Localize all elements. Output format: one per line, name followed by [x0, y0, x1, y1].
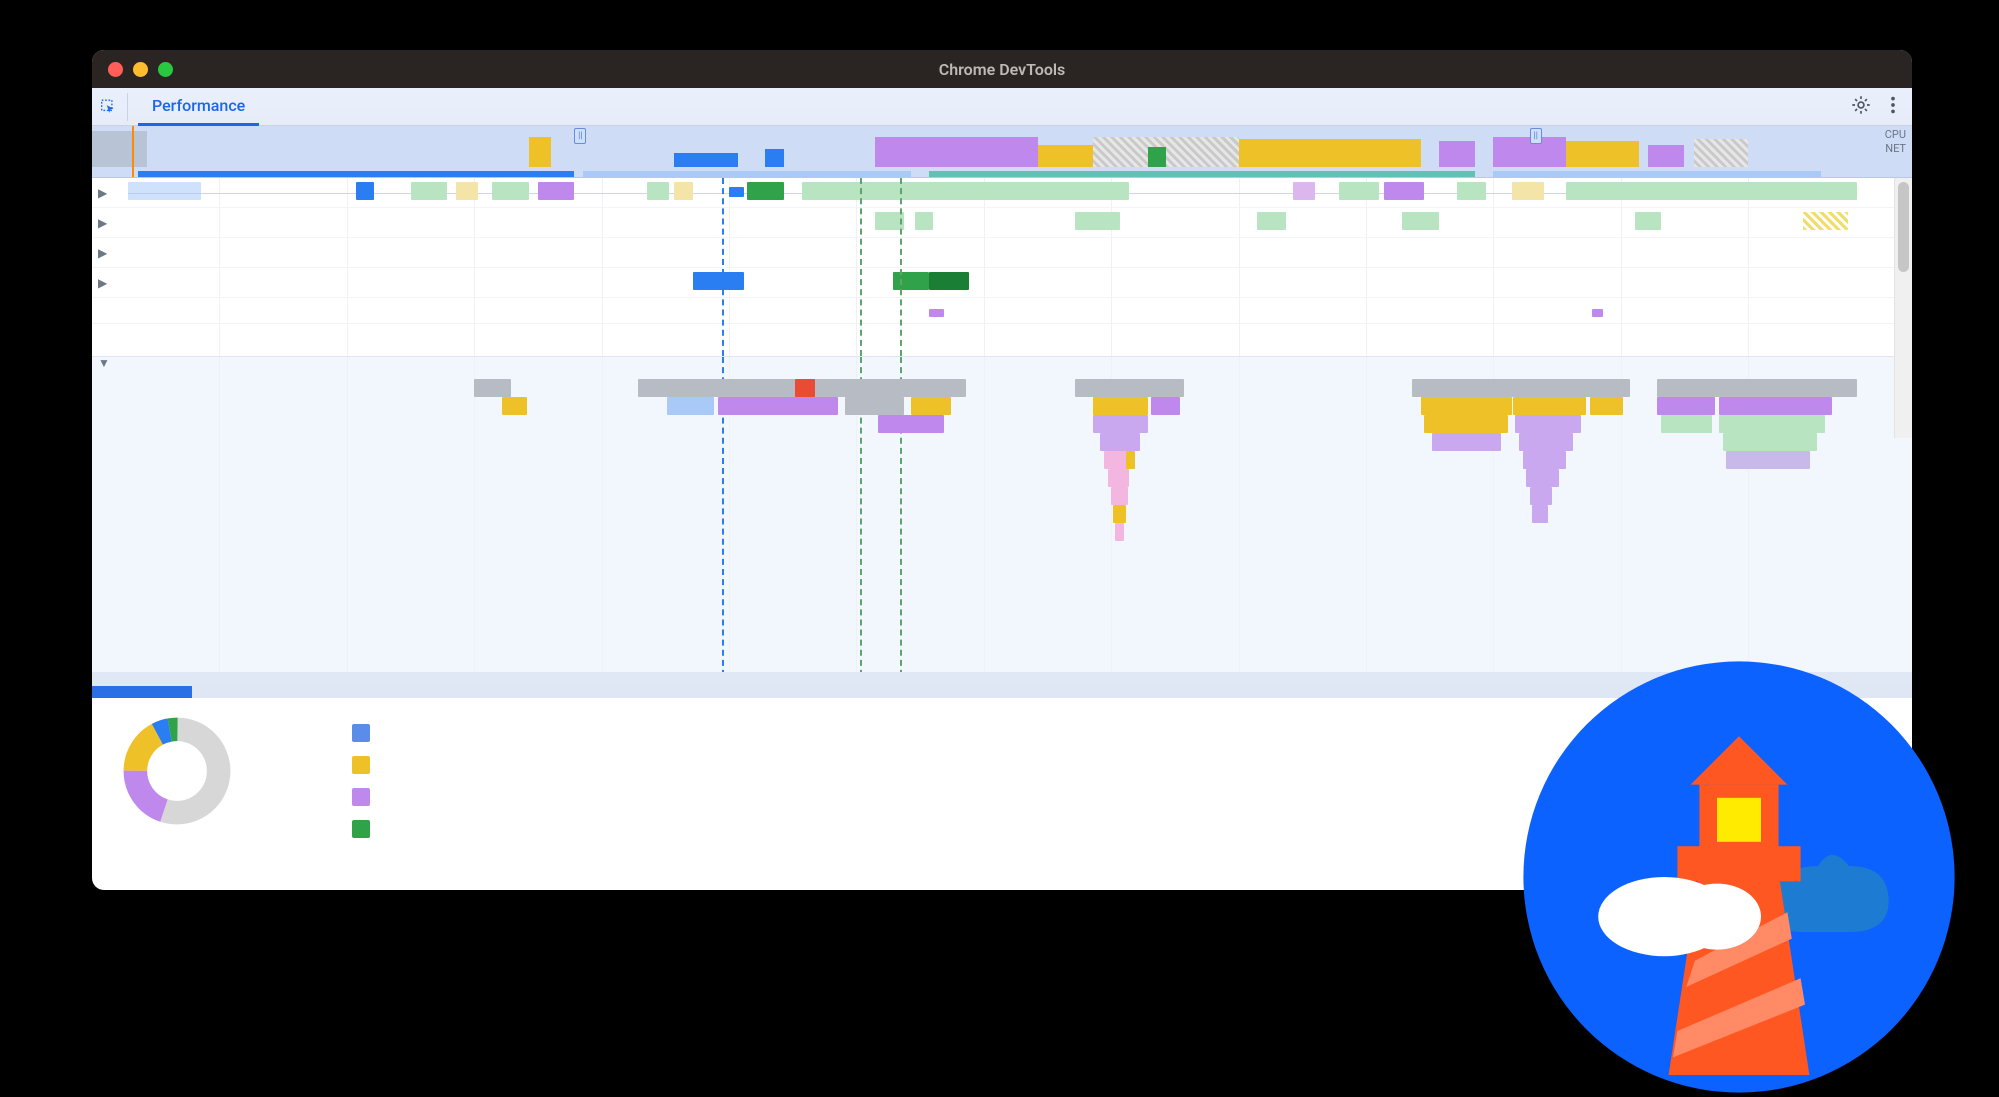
chevron-right-icon[interactable]: ▶: [98, 276, 107, 290]
track-row[interactable]: ▶: [92, 178, 1912, 208]
summary-legend: [352, 724, 370, 838]
gear-icon[interactable]: [1850, 94, 1872, 120]
window-title: Chrome DevTools: [92, 60, 1912, 79]
selection-handle-left[interactable]: ||: [574, 128, 586, 144]
timing-marker: [722, 178, 724, 356]
track-row[interactable]: ▶: [92, 208, 1912, 238]
titlebar: Chrome DevTools: [92, 50, 1912, 88]
panel-toolbar: Performance: [92, 88, 1912, 126]
tracks-area[interactable]: ▶ ▶: [92, 178, 1912, 356]
overview-lane-labels: CPU NET: [1885, 128, 1906, 156]
legend-swatch: [352, 756, 370, 774]
zoom-button[interactable]: [158, 62, 173, 77]
tab-performance[interactable]: Performance: [138, 88, 259, 126]
chevron-right-icon[interactable]: ▶: [98, 216, 107, 230]
timing-marker: [900, 178, 902, 356]
legend-swatch: [352, 788, 370, 806]
legend-swatch: [352, 820, 370, 838]
inspect-element-icon[interactable]: [100, 93, 128, 121]
vertical-scrollbar[interactable]: [1894, 178, 1912, 438]
chevron-down-icon[interactable]: ▼: [98, 356, 110, 370]
close-button[interactable]: [108, 62, 123, 77]
playhead-marker[interactable]: [132, 126, 134, 177]
chevron-right-icon[interactable]: ▶: [98, 246, 107, 260]
timing-marker: [860, 178, 862, 356]
scrollbar-thumb[interactable]: [1898, 182, 1909, 272]
lighthouse-icon: [1519, 657, 1959, 1097]
main-thread-flame-chart[interactable]: ▼: [92, 356, 1912, 686]
cpu-lane-label: CPU: [1885, 128, 1906, 142]
net-lane-label: NET: [1885, 142, 1906, 156]
legend-swatch: [352, 724, 370, 742]
more-vert-icon[interactable]: [1882, 94, 1904, 120]
chevron-right-icon[interactable]: ▶: [98, 186, 107, 200]
track-row[interactable]: [92, 298, 1912, 324]
selection-handle-right[interactable]: ||: [1530, 128, 1542, 144]
minimize-button[interactable]: [133, 62, 148, 77]
track-row[interactable]: ▶: [92, 238, 1912, 268]
track-row[interactable]: ▶: [92, 268, 1912, 298]
timeline-overview[interactable]: CPU NET || ||: [92, 126, 1912, 178]
summary-donut-chart: [122, 716, 232, 826]
window-controls: [108, 62, 173, 77]
